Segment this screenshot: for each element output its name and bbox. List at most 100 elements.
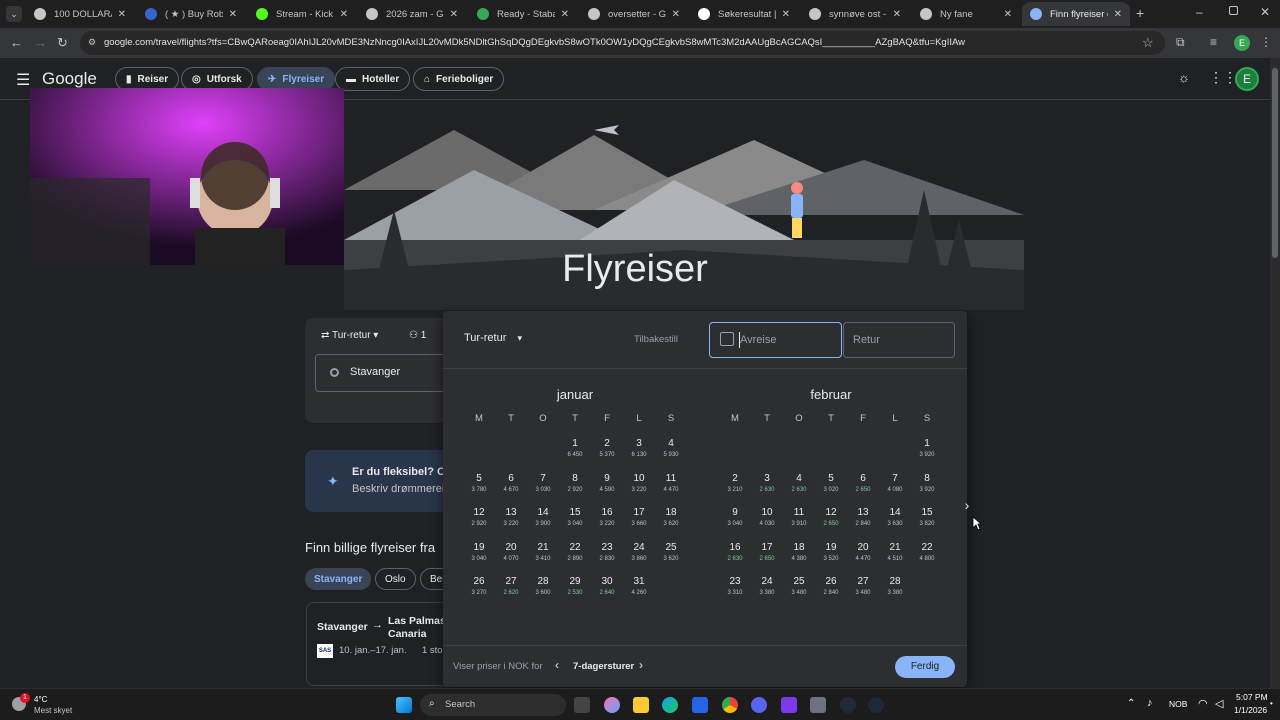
close-window-button[interactable]: ✕ <box>1260 5 1270 19</box>
calendar-day[interactable]: 5 3 780 <box>463 472 495 502</box>
calendar-day[interactable]: 20 4 470 <box>847 541 879 571</box>
tab-close-icon[interactable]: ✕ <box>893 9 901 20</box>
calendar-day[interactable]: 21 4 510 <box>879 541 911 571</box>
calendar-day[interactable]: 25 3 480 <box>783 575 815 605</box>
browser-tab[interactable]: 100 DOLLARA KA ✕ <box>26 2 134 26</box>
calendar-day[interactable]: 17 2 650 <box>751 541 783 571</box>
browser-tab[interactable]: ( ★ ) Buy Robux ✕ <box>137 2 245 26</box>
departure-date-input[interactable]: Avreise <box>709 322 842 358</box>
new-tab-button[interactable]: + <box>1136 5 1144 21</box>
done-button[interactable]: Ferdig <box>895 656 955 678</box>
store-icon[interactable] <box>692 697 708 713</box>
calendar-day[interactable]: 3 6 130 <box>623 437 655 467</box>
tab-close-icon[interactable]: ✕ <box>782 9 790 20</box>
reload-button[interactable]: ↻ <box>57 35 68 51</box>
calendar-day[interactable]: 10 4 030 <box>751 506 783 536</box>
scrollbar-thumb[interactable] <box>1272 68 1278 258</box>
input-language[interactable]: NOB <box>1169 699 1187 709</box>
wifi-icon[interactable]: ◠ <box>1198 697 1208 710</box>
calendar-day[interactable]: 28 3 600 <box>527 575 559 605</box>
calendar-day[interactable]: 11 4 470 <box>655 472 687 502</box>
bookmark-star-icon[interactable]: ☆ <box>1142 35 1154 51</box>
calendar-day[interactable]: 12 2 920 <box>463 506 495 536</box>
maximize-button[interactable] <box>1229 6 1238 15</box>
steam-icon[interactable] <box>868 697 884 713</box>
apps-grid-icon[interactable]: ⋮⋮ <box>1209 69 1237 86</box>
calendar-day[interactable]: 19 3 040 <box>463 541 495 571</box>
media-player-icon[interactable] <box>781 697 797 713</box>
calendar-day[interactable]: 31 4 260 <box>623 575 655 605</box>
calendar-day[interactable]: 23 2 830 <box>591 541 623 571</box>
calendar-day[interactable]: 2 5 370 <box>591 437 623 467</box>
calendar-day[interactable]: 14 3 900 <box>527 506 559 536</box>
calendar-day[interactable]: 3 2 630 <box>751 472 783 502</box>
game-app-icon[interactable] <box>840 697 856 713</box>
chrome-icon[interactable] <box>722 697 738 713</box>
return-date-input[interactable]: Retur <box>843 322 955 358</box>
calendar-day[interactable]: 4 2 630 <box>783 472 815 502</box>
tab-close-icon[interactable]: ✕ <box>561 9 569 20</box>
calendar-day[interactable]: 8 2 920 <box>559 472 591 502</box>
browser-tab[interactable]: oversetter - Goog ✕ <box>580 2 688 26</box>
browser-tab[interactable]: synnøve ost - Goo ✕ <box>801 2 909 26</box>
calendar-day[interactable]: 14 3 630 <box>879 506 911 536</box>
forward-button[interactable]: → <box>34 35 47 50</box>
calendar-day[interactable]: 22 2 890 <box>559 541 591 571</box>
browser-tab[interactable]: Stream - Kick Da ✕ <box>248 2 356 26</box>
calendar-day[interactable]: 7 3 030 <box>527 472 559 502</box>
tab-close-icon[interactable]: ✕ <box>229 9 237 20</box>
minimize-button[interactable]: – <box>1196 5 1203 19</box>
calendar-day[interactable]: 2 3 210 <box>719 472 751 502</box>
tray-chevron-icon[interactable]: ⌃ <box>1127 698 1135 709</box>
chip-hoteller[interactable]: ▬ Hoteller <box>335 67 411 91</box>
edge-icon[interactable] <box>662 697 678 713</box>
calendar-day[interactable]: 26 2 840 <box>815 575 847 605</box>
destination-card[interactable]: Stavanger → Las Palmas Canaria SAS 10. j… <box>306 602 456 686</box>
calendar-day[interactable]: 24 3 380 <box>751 575 783 605</box>
address-bar[interactable]: ⚙ google.com/travel/flights?tfs=CBwQARoe… <box>80 31 1165 55</box>
calendar-day[interactable]: 22 4 800 <box>911 541 943 571</box>
calendar-day[interactable]: 24 3 860 <box>623 541 655 571</box>
browser-tab[interactable]: 2026 zam - Goog ✕ <box>358 2 466 26</box>
calendar-day[interactable]: 5 3 020 <box>815 472 847 502</box>
url-text[interactable]: google.com/travel/flights?tfs=CBwQARoeag… <box>104 37 1144 48</box>
profile-avatar[interactable]: E <box>1234 35 1250 51</box>
browser-tab[interactable]: Ny fane ✕ <box>912 2 1020 26</box>
calendar-day[interactable]: 10 3 220 <box>623 472 655 502</box>
duration-next-button[interactable]: › <box>639 658 643 672</box>
discord-icon[interactable] <box>751 697 767 713</box>
calendar-day[interactable]: 7 4 080 <box>879 472 911 502</box>
calendar-day[interactable]: 9 3 040 <box>719 506 751 536</box>
calendar-day[interactable]: 20 4 070 <box>495 541 527 571</box>
google-logo[interactable]: Google <box>42 69 97 89</box>
chip-ferieboliger[interactable]: ⌂ Ferieboliger <box>413 67 505 91</box>
duration-prev-button[interactable]: ‹ <box>555 658 559 672</box>
tab-close-icon[interactable]: ✕ <box>672 9 680 20</box>
reset-button[interactable]: Tilbakestill <box>634 334 678 345</box>
hamburger-menu-icon[interactable]: ☰ <box>16 70 30 90</box>
site-info-icon[interactable]: ⚙ <box>88 37 96 48</box>
theme-toggle-icon[interactable]: ☼ <box>1178 70 1190 85</box>
browser-menu-icon[interactable]: ⋮ <box>1260 35 1272 49</box>
calendar-day[interactable]: 8 3 920 <box>911 472 943 502</box>
city-chip-stavanger[interactable]: Stavanger <box>305 568 372 590</box>
calendar-day[interactable]: 21 3 410 <box>527 541 559 571</box>
tab-search-button[interactable]: ⌄ <box>6 6 22 22</box>
windows-start-icon[interactable] <box>396 697 412 713</box>
city-chip-oslo[interactable]: Oslo <box>375 568 416 590</box>
calendar-day[interactable]: 1 6 450 <box>559 437 591 467</box>
calendar-day[interactable]: 30 2 640 <box>591 575 623 605</box>
volume-icon[interactable]: ◁ <box>1215 697 1223 710</box>
calendar-day[interactable]: 4 5 930 <box>655 437 687 467</box>
calendar-day[interactable]: 13 3 220 <box>495 506 527 536</box>
calendar-day[interactable]: 11 3 910 <box>783 506 815 536</box>
tab-close-icon[interactable]: ✕ <box>340 9 348 20</box>
microphone-icon[interactable]: ♪ <box>1147 697 1153 709</box>
calendar-day[interactable]: 15 3 040 <box>559 506 591 536</box>
tab-close-icon[interactable]: ✕ <box>1114 9 1122 20</box>
clock-time[interactable]: 5:07 PM <box>1236 692 1268 702</box>
calendar-day[interactable]: 9 4 590 <box>591 472 623 502</box>
taskbar-search-box[interactable]: ⌕ Search <box>420 694 566 716</box>
file-explorer-icon[interactable] <box>633 697 649 713</box>
trip-type-select[interactable]: ⇄ Tur-retur ▾ <box>321 330 378 341</box>
